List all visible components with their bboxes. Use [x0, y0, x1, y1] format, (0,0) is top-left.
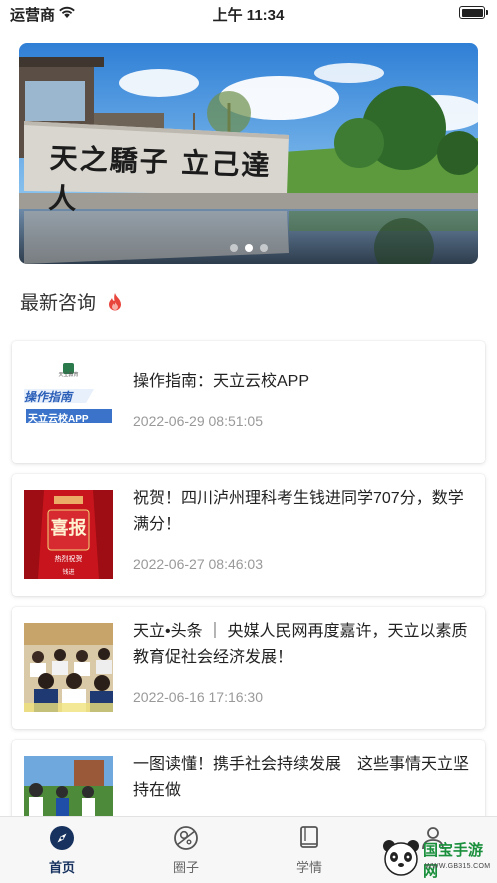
- news-thumbnail: [24, 756, 113, 816]
- thumb-brand: 天立教育: [58, 372, 79, 378]
- thumb-guide-title: 操作指南: [24, 390, 73, 404]
- bottom-tab-bar: 首页 圈子 学情 国宝手游网 WWW.GB315.COM: [0, 816, 497, 883]
- tab-home[interactable]: 首页: [22, 825, 102, 876]
- watermark-name: 国宝手游网: [423, 842, 484, 880]
- banner-carousel[interactable]: 天之驕子 立己達人: [19, 43, 478, 264]
- tab-study[interactable]: 学情: [269, 825, 349, 876]
- watermark-url: WWW.GB315.COM: [425, 863, 491, 870]
- tab-circle[interactable]: 圈子: [146, 825, 226, 876]
- banner-dot[interactable]: [229, 244, 238, 252]
- banner-dot-active[interactable]: [244, 244, 253, 252]
- news-list: 天立教育 操作指南 天立云校APP 操作指南：天立云校APP 2022-06-2…: [12, 341, 485, 816]
- thumb-small-text: 热烈祝贺: [54, 556, 83, 563]
- news-card[interactable]: 一图读懂！携手社会持续发展 这些事情天立坚持在做: [12, 740, 485, 816]
- news-title: 操作指南：天立云校APP: [133, 373, 310, 390]
- tab-label: 首页: [48, 860, 75, 875]
- book-icon: [300, 826, 318, 848]
- news-title: 祝贺！四川泸州理科考生钱进同学707分，数学满分！: [133, 490, 464, 533]
- clock: 上午 11:34: [212, 7, 285, 24]
- banner-dot[interactable]: [259, 244, 268, 252]
- thumb-big-text: 喜报: [50, 518, 87, 538]
- news-title: 天立•头条 ｜ 央媒人民网再度嘉许，天立以素质教育促社会经济发展！: [133, 623, 468, 666]
- status-bar: 运营商 上午 11:34: [0, 0, 497, 26]
- news-card[interactable]: 天立•头条 ｜ 央媒人民网再度嘉许，天立以素质教育促社会经济发展！ 2022-0…: [12, 607, 485, 729]
- thumb-name-text: 钱进: [62, 570, 75, 576]
- site-watermark: 国宝手游网 WWW.GB315.COM: [379, 833, 497, 883]
- banner-pagination: [19, 244, 478, 252]
- section-header: 最新咨询: [20, 288, 124, 315]
- news-thumbnail: 喜报 热烈祝贺 钱进: [24, 490, 113, 579]
- panda-icon: [383, 840, 419, 876]
- compass-icon: [50, 826, 74, 850]
- home-page: 天之驕子 立己達人 最新咨询 天立教育 操作指南 天立云校APP 操作指南：天立…: [0, 26, 497, 816]
- banner-stone-inscription: 天之驕子 立己達人: [47, 141, 272, 216]
- news-date: 2022-06-29 08:51:05: [133, 413, 263, 429]
- news-thumbnail: [24, 623, 113, 712]
- battery-icon: [459, 6, 488, 19]
- planet-icon: [174, 826, 198, 850]
- news-date: 2022-06-16 17:16:30: [133, 689, 263, 705]
- tab-label: 圈子: [172, 860, 199, 875]
- flame-icon: [109, 292, 122, 310]
- news-title: 一图读懂！携手社会持续发展 这些事情天立坚持在做: [133, 756, 470, 799]
- thumb-guide-subtitle: 天立云校APP: [28, 414, 89, 425]
- news-thumbnail: 天立教育 操作指南 天立云校APP: [24, 357, 113, 446]
- section-title: 最新咨询: [20, 293, 97, 314]
- campus-photo: [24, 756, 113, 816]
- news-card[interactable]: 天立教育 操作指南 天立云校APP 操作指南：天立云校APP 2022-06-2…: [12, 341, 485, 463]
- students-photo: [24, 623, 113, 712]
- news-date: 2022-06-27 08:46:03: [133, 556, 263, 572]
- news-card[interactable]: 喜报 热烈祝贺 钱进 祝贺！四川泸州理科考生钱进同学707分，数学满分！ 202…: [12, 474, 485, 596]
- tab-label: 学情: [295, 860, 322, 875]
